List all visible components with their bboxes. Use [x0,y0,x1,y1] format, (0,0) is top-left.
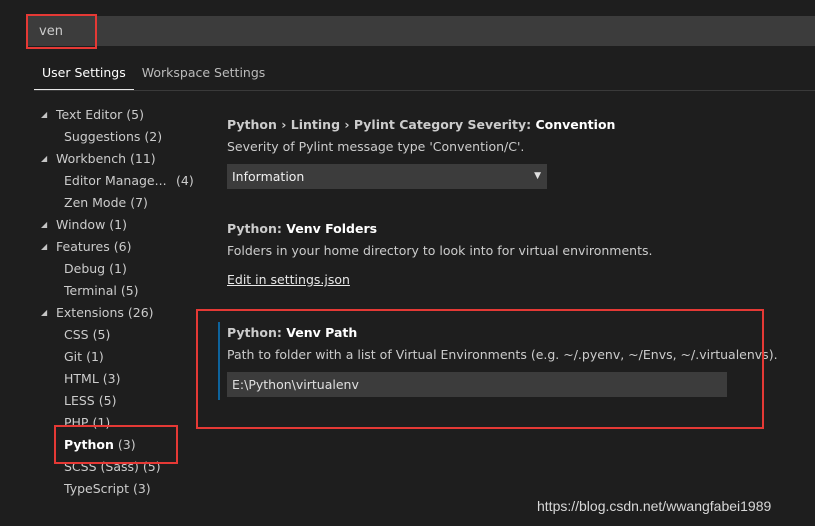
tree-item-label: Extensions [56,305,124,320]
venv-path-input[interactable] [227,372,727,397]
dropdown-value: Information [232,169,305,184]
settings-tree: ◢ Text Editor (5) Suggestions (2) ◢ Workbench(… [38,104,198,500]
watermark: https://blog.csdn.net/wwangfabei1989 [537,498,772,514]
tree-item-extensions[interactable]: ◢ Extensions (26) [38,302,198,324]
setting-pylint-convention: Python › Linting › Pylint Category Sever… [227,117,787,154]
tree-item-count: (26) [127,305,154,320]
tree-item-label: TypeScript [64,481,129,496]
dropdown-arrow-icon: ▼ [534,171,541,181]
tree-item-count: (1) [92,415,111,430]
tab-user-settings[interactable]: User Settings [34,56,134,90]
tree-item-count: (7) [130,195,148,210]
tab-workspace-settings[interactable]: Workspace Settings [134,56,274,90]
setting-key: Venv Folders [286,221,378,236]
setting-key: Convention [535,117,616,132]
tree-item-count: (5) [126,107,144,122]
tree-item-count: (1) [109,217,128,232]
tree-item-workbench[interactable]: ◢ Workbench (11) [38,148,198,170]
setting-title: Python › Linting › Pylint Category Sever… [227,117,787,132]
setting-category: Python: [227,221,287,236]
caret-down-icon: ◢ [41,220,48,229]
tree-item-typescript[interactable]: TypeScript (3) [38,478,198,500]
tree-item-count: (5) [120,283,139,298]
tree-item-label: Features [56,239,110,254]
setting-title: Python: Venv Path [227,325,787,340]
caret-down-icon: ◢ [41,308,48,317]
tree-item-count: (5) [142,459,161,474]
settings-tabs: User Settings Workspace Settings [34,56,273,90]
tree-item-label: Editor Manage... [64,173,167,188]
tree-item-count: (1) [86,349,104,364]
tree-item-count: (3) [117,437,136,452]
tree-item-less[interactable]: LESS (5) [38,390,198,412]
tabs-divider [34,90,815,91]
tree-item-label: Workbench [56,151,126,166]
tree-item-label: SCSS (Sass) [64,459,139,474]
tree-item-editor-manage[interactable]: Editor Manage... (4) [38,170,198,192]
tree-item-label: LESS [64,393,95,408]
tree-item-text-editor[interactable]: ◢ Text Editor (5) [38,104,198,126]
tree-item-label: CSS [64,327,89,342]
tree-item-suggestions[interactable]: Suggestions (2) [38,126,198,148]
tree-item-label: Debug [64,261,106,276]
tree-item-count: (3) [132,481,151,496]
tree-item-label: Terminal [64,283,117,298]
settings-editor: User Settings Workspace Settings ◢ Text E… [0,0,815,526]
tree-item-count: (5) [92,327,111,342]
tree-item-html[interactable]: HTML (3) [38,368,198,390]
focus-indicator [218,322,220,400]
tree-item-git[interactable]: Git (1) [38,346,198,368]
search-bar [26,16,815,46]
severity-dropdown[interactable]: Information ▼ [227,164,547,189]
tree-item-label: Suggestions [64,129,141,144]
edit-in-settings-json-link[interactable]: Edit in settings.json [227,272,350,287]
tree-item-features[interactable]: ◢ Features (6) [38,236,198,258]
tree-item-count: (4) [176,173,194,188]
setting-venv-folders: Python: Venv Folders Folders in your hom… [227,221,787,258]
tree-item-scss-sass[interactable]: SCSS (Sass) (5) [38,456,198,478]
tree-item-label: Git [64,349,83,364]
setting-description: Severity of Pylint message type 'Convent… [227,139,525,154]
tree-item-php[interactable]: PHP (1) [38,412,198,434]
tree-item-python[interactable]: Python (3) [38,434,198,456]
tree-item-count: (6) [113,239,132,254]
tree-item-zen-mode[interactable]: Zen Mode (7) [38,192,198,214]
setting-category: Python › Linting › Pylint Category Sever… [227,117,536,132]
tree-item-label: Text Editor [56,107,123,122]
tree-item-count: (1) [109,261,127,276]
setting-description: Path to folder with a list of Virtual En… [227,347,778,362]
tree-item-label: PHP [64,415,89,430]
tree-item-label: Python [64,437,114,452]
tree-item-count: (2) [144,129,163,144]
caret-down-icon: ◢ [41,154,48,163]
tree-item-terminal[interactable]: Terminal (5) [38,280,198,302]
tree-item-count: (3) [102,371,121,386]
tree-item-css[interactable]: CSS (5) [38,324,198,346]
setting-venv-path: Python: Venv Path Path to folder with a … [227,325,787,362]
setting-description: Folders in your home directory to look i… [227,243,653,258]
tree-item-label: Window [56,217,106,232]
tree-item-count: (11) [130,151,156,166]
tree-item-window[interactable]: ◢ Window (1) [38,214,198,236]
tree-item-debug[interactable]: Debug (1) [38,258,198,280]
caret-down-icon: ◢ [41,110,48,119]
search-input[interactable] [26,16,815,46]
tree-item-label: HTML [64,371,99,386]
tree-item-label: Zen Mode [64,195,127,210]
setting-title: Python: Venv Folders [227,221,787,236]
caret-down-icon: ◢ [41,242,48,251]
setting-category: Python: [227,325,287,340]
setting-key: Venv Path [286,325,358,340]
tree-item-count: (5) [98,393,117,408]
